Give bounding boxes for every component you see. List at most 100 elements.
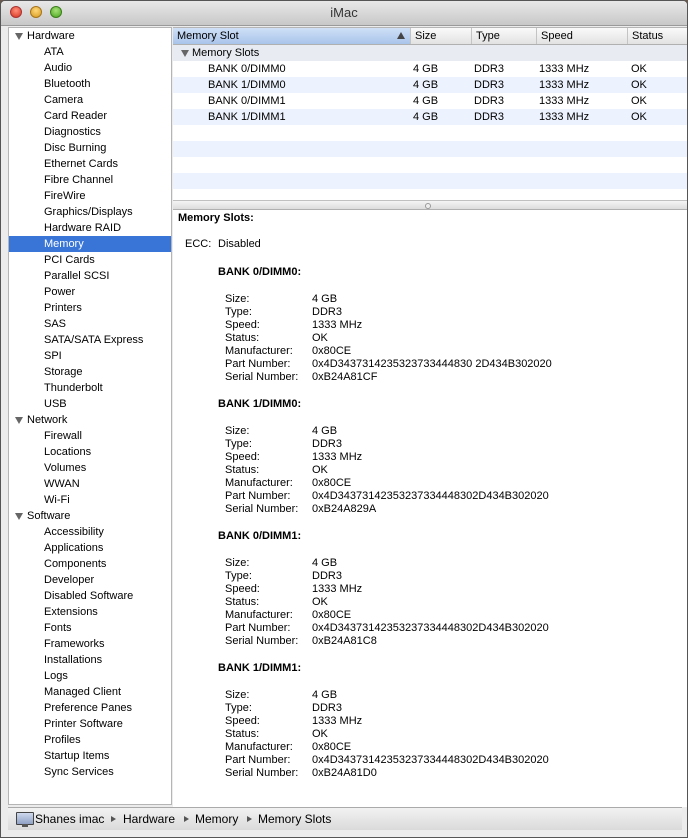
detail-field-value: DDR3: [312, 570, 342, 582]
sidebar-item-frameworks[interactable]: Frameworks: [9, 636, 171, 652]
sidebar-item-card-reader[interactable]: Card Reader: [9, 108, 171, 124]
pane-splitter[interactable]: [173, 200, 687, 210]
table-row[interactable]: BANK 0/DIMM0 4 GB DDR3 1333 MHz OK: [173, 61, 687, 77]
sidebar-item-printers[interactable]: Printers: [9, 300, 171, 316]
column-header-status[interactable]: Status: [628, 28, 687, 44]
disclosure-triangle-icon[interactable]: [15, 417, 23, 424]
sidebar-item-applications[interactable]: Applications: [9, 540, 171, 556]
detail-field-value: OK: [312, 596, 328, 608]
table-cell: BANK 0/DIMM1: [208, 95, 286, 107]
sidebar-group-software[interactable]: Software: [9, 508, 171, 524]
sidebar-item-spi[interactable]: SPI: [9, 348, 171, 364]
splitter-handle-icon[interactable]: [425, 203, 431, 209]
detail-field-value: 0x4D34373142353237334448302D434B302020: [312, 754, 549, 766]
sidebar-item-components[interactable]: Components: [9, 556, 171, 572]
detail-field-value: DDR3: [312, 306, 342, 318]
sidebar-item-profiles[interactable]: Profiles: [9, 732, 171, 748]
detail-field-label: Size:: [225, 689, 250, 701]
sidebar-item-fibre-channel[interactable]: Fibre Channel: [9, 172, 171, 188]
detail-field-label: Part Number:: [225, 754, 291, 766]
disclosure-triangle-icon[interactable]: [15, 33, 23, 40]
system-information-window: iMac Hardware ATA Audio Bluetooth Camera Card…: [0, 0, 688, 838]
sidebar-item-developer[interactable]: Developer: [9, 572, 171, 588]
detail-field-value: 0xB24A81C8: [312, 635, 377, 647]
detail-field-label: Size:: [225, 293, 250, 305]
detail-field-value: 0x4D34373142353237334448302D434B302020: [312, 622, 549, 634]
detail-field-label: Manufacturer:: [225, 609, 293, 621]
column-header-memory-slot[interactable]: Memory Slot: [173, 28, 411, 44]
table-row[interactable]: BANK 1/DIMM1 4 GB DDR3 1333 MHz OK: [173, 109, 687, 125]
sidebar-item-parallel-scsi[interactable]: Parallel SCSI: [9, 268, 171, 284]
window-title: iMac: [330, 5, 358, 20]
sidebar-item-preference-panes[interactable]: Preference Panes: [9, 700, 171, 716]
detail-field-label: Manufacturer:: [225, 345, 293, 357]
sidebar-item-firewall[interactable]: Firewall: [9, 428, 171, 444]
sidebar-item-ata[interactable]: ATA: [9, 44, 171, 60]
column-header-type[interactable]: Type: [472, 28, 537, 44]
sidebar-item-sas[interactable]: SAS: [9, 316, 171, 332]
path-bar: Shanes imac Hardware Memory Memory Slots: [8, 807, 682, 830]
sidebar-item-graphics-displays[interactable]: Graphics/Displays: [9, 204, 171, 220]
sidebar-group-network[interactable]: Network: [9, 412, 171, 428]
sidebar-item-camera[interactable]: Camera: [9, 92, 171, 108]
sidebar-group-label: Network: [27, 414, 68, 426]
sidebar-group-hardware[interactable]: Hardware: [9, 28, 171, 44]
column-header-size[interactable]: Size: [411, 28, 472, 44]
sidebar-item-fonts[interactable]: Fonts: [9, 620, 171, 636]
sidebar-item-extensions[interactable]: Extensions: [9, 604, 171, 620]
table-row[interactable]: BANK 0/DIMM1 4 GB DDR3 1333 MHz OK: [173, 93, 687, 109]
detail-field-value: OK: [312, 728, 328, 740]
sidebar-item-audio[interactable]: Audio: [9, 60, 171, 76]
sidebar-item-diagnostics[interactable]: Diagnostics: [9, 124, 171, 140]
breadcrumb-hardware[interactable]: Hardware: [123, 808, 175, 830]
detail-field-value: 4 GB: [312, 293, 338, 305]
title-bar[interactable]: iMac: [1, 1, 687, 26]
detail-field-value: 4 GB: [312, 689, 338, 701]
sidebar-item-managed-client[interactable]: Managed Client: [9, 684, 171, 700]
table-cell: 1333 MHz: [539, 79, 590, 91]
sidebar-item-accessibility[interactable]: Accessibility: [9, 524, 171, 540]
sidebar-item-wi-fi[interactable]: Wi-Fi: [9, 492, 171, 508]
sidebar-item-memory[interactable]: Memory: [9, 236, 171, 252]
sidebar-group-label: Software: [27, 510, 71, 522]
breadcrumb-computer[interactable]: Shanes imac: [35, 808, 104, 830]
column-header-speed[interactable]: Speed: [537, 28, 628, 44]
sidebar-item-pci-cards[interactable]: PCI Cards: [9, 252, 171, 268]
detail-field-label: Type:: [225, 306, 252, 318]
sidebar-item-sata-sata-express[interactable]: SATA/SATA Express: [9, 332, 171, 348]
sidebar-item-storage[interactable]: Storage: [9, 364, 171, 380]
table-row[interactable]: BANK 1/DIMM0 4 GB DDR3 1333 MHz OK: [173, 77, 687, 93]
detail-field-label: Serial Number:: [225, 635, 299, 647]
sidebar-item-power[interactable]: Power: [9, 284, 171, 300]
sidebar-item-startup-items[interactable]: Startup Items: [9, 748, 171, 764]
sidebar-item-usb[interactable]: USB: [9, 396, 171, 412]
breadcrumb-memory[interactable]: Memory: [195, 808, 238, 830]
table-cell: 1333 MHz: [539, 111, 590, 123]
memory-slot-table[interactable]: Memory Slot Size Type Speed Status Memor…: [173, 27, 687, 211]
bank-heading: BANK 1/DIMM1:: [218, 662, 302, 674]
sidebar-item-printer-software[interactable]: Printer Software: [9, 716, 171, 732]
sidebar-item-bluetooth[interactable]: Bluetooth: [9, 76, 171, 92]
sidebar-item-wwan[interactable]: WWAN: [9, 476, 171, 492]
disclosure-triangle-icon[interactable]: [181, 50, 189, 57]
computer-stand-icon: [22, 824, 28, 827]
sidebar-item-logs[interactable]: Logs: [9, 668, 171, 684]
sidebar-item-hardware-raid[interactable]: Hardware RAID: [9, 220, 171, 236]
table-group-label: Memory Slots: [192, 47, 260, 59]
sidebar-item-thunderbolt[interactable]: Thunderbolt: [9, 380, 171, 396]
sidebar-item-disc-burning[interactable]: Disc Burning: [9, 140, 171, 156]
table-group-row[interactable]: Memory Slots: [173, 45, 687, 61]
table-row-empty: [173, 141, 687, 157]
sidebar-item-firewire[interactable]: FireWire: [9, 188, 171, 204]
disclosure-triangle-icon[interactable]: [15, 513, 23, 520]
sidebar-item-locations[interactable]: Locations: [9, 444, 171, 460]
sidebar-item-installations[interactable]: Installations: [9, 652, 171, 668]
sidebar-item-volumes[interactable]: Volumes: [9, 460, 171, 476]
detail-field-value: OK: [312, 332, 328, 344]
sidebar-item-disabled-software[interactable]: Disabled Software: [9, 588, 171, 604]
breadcrumb-memory-slots[interactable]: Memory Slots: [258, 808, 331, 830]
category-sidebar[interactable]: Hardware ATA Audio Bluetooth Camera Card Read…: [8, 27, 172, 805]
sidebar-item-ethernet-cards[interactable]: Ethernet Cards: [9, 156, 171, 172]
table-row-empty: [173, 173, 687, 189]
sidebar-item-sync-services[interactable]: Sync Services: [9, 764, 171, 780]
